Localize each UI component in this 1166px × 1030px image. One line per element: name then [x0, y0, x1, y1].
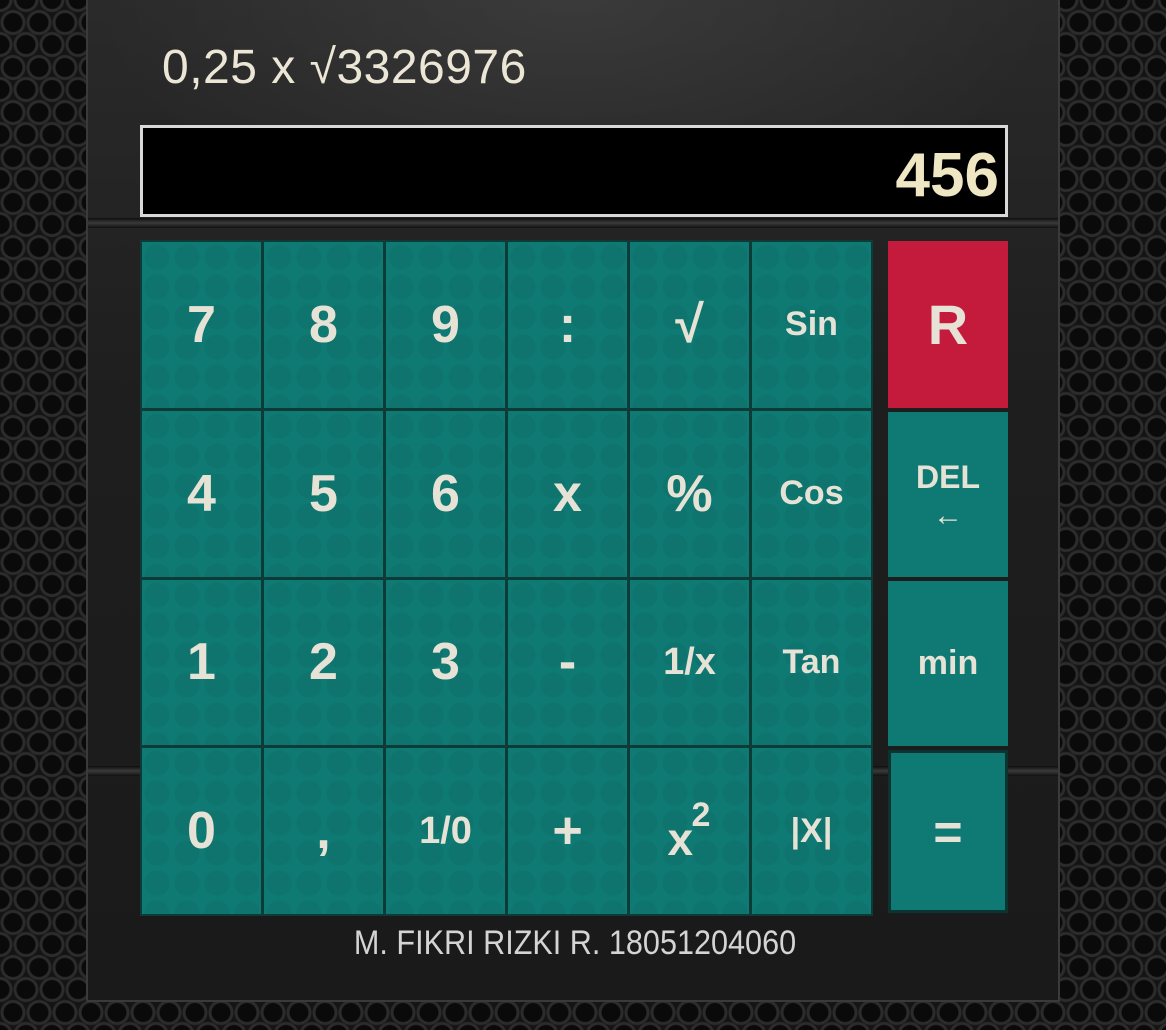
key-3[interactable]: 3 — [386, 579, 505, 746]
result-display: 456 — [140, 125, 1008, 217]
divider-top — [88, 218, 1058, 228]
delete-label: DEL — [916, 459, 980, 495]
key-plus[interactable]: + — [508, 748, 627, 914]
key-percent[interactable]: % — [630, 410, 749, 577]
key-0[interactable]: 0 — [142, 748, 261, 914]
equals-button[interactable]: = — [888, 750, 1008, 913]
keypad-grid: 7 8 9 : √ Sin 4 5 6 x % Cos 1 2 3 - 1/x … — [140, 240, 873, 916]
key-7[interactable]: 7 — [142, 242, 261, 408]
key-minus[interactable]: - — [508, 579, 627, 746]
key-5[interactable]: 5 — [264, 410, 383, 577]
min-button[interactable]: min — [888, 581, 1008, 746]
key-8[interactable]: 8 — [264, 242, 383, 408]
key-square[interactable]: x 2 — [630, 748, 749, 914]
delete-button[interactable]: DEL ← — [888, 412, 1008, 577]
expression-label: 0,25 x √3326976 — [162, 41, 527, 94]
key-reciprocal[interactable]: 1/x — [630, 579, 749, 746]
square-label: x 2 — [667, 796, 711, 866]
key-divide[interactable]: : — [508, 242, 627, 408]
calculator-window: 0,25 x √3326976 456 7 8 9 : √ Sin 4 5 6 … — [86, 0, 1060, 1002]
key-comma[interactable]: , — [264, 748, 383, 914]
key-tan[interactable]: Tan — [752, 579, 871, 746]
key-multiply[interactable]: x — [508, 410, 627, 577]
key-4[interactable]: 4 — [142, 410, 261, 577]
key-2[interactable]: 2 — [264, 579, 383, 746]
key-sin[interactable]: Sin — [752, 242, 871, 408]
key-sqrt[interactable]: √ — [630, 242, 749, 408]
key-absolute[interactable]: |X| — [752, 748, 871, 914]
reset-button[interactable]: R — [888, 241, 1008, 408]
key-1[interactable]: 1 — [142, 579, 261, 746]
credit-text: M. FIKRI RIZKI R. 18051204060 — [353, 924, 797, 962]
result-value: 456 — [895, 141, 999, 210]
key-one-over-zero[interactable]: 1/0 — [386, 748, 505, 914]
key-9[interactable]: 9 — [386, 242, 505, 408]
backspace-arrow-icon: ← — [933, 499, 963, 532]
key-6[interactable]: 6 — [386, 410, 505, 577]
key-cos[interactable]: Cos — [752, 410, 871, 577]
